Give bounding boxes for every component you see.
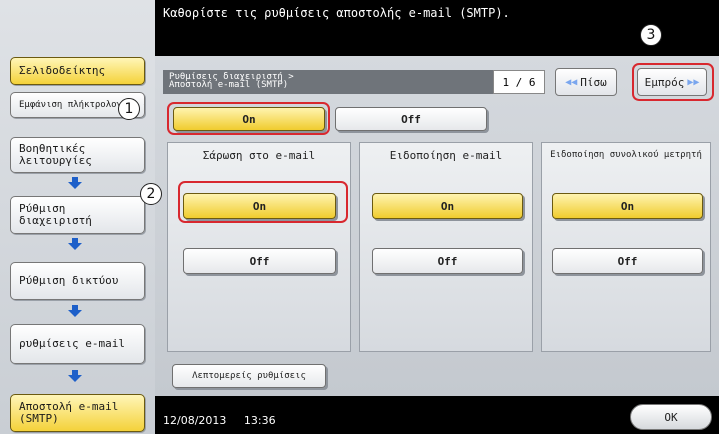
- total-counter-off-button[interactable]: Off: [552, 248, 703, 274]
- back-button[interactable]: ◀◀ Πίσω: [555, 68, 617, 96]
- email-notification-off-button[interactable]: Off: [372, 248, 523, 274]
- back-label: Πίσω: [580, 75, 607, 89]
- total-counter-on-button[interactable]: On: [552, 193, 703, 219]
- sidebar-item-network-settings[interactable]: Ρύθμιση δικτύου: [10, 262, 145, 300]
- double-left-arrow-icon: ◀◀: [565, 76, 578, 88]
- down-arrow-icon: [68, 177, 82, 189]
- callout-badge-2: 2: [140, 183, 162, 205]
- scan-to-email-off-button[interactable]: Off: [183, 248, 336, 274]
- time-text: 13:36: [243, 414, 276, 427]
- email-notification-panel: Ειδοποίηση e-mail On Off: [359, 142, 533, 352]
- page-indicator: 1 / 6: [493, 70, 545, 94]
- instruction-text: Καθορίστε τις ρυθμίσεις αποστολής e-mail…: [163, 6, 510, 20]
- down-arrow-icon: [68, 305, 82, 317]
- down-arrow-icon: [68, 238, 82, 250]
- header-bar: Καθορίστε τις ρυθμίσεις αποστολής e-mail…: [155, 0, 719, 56]
- bookmarks-button[interactable]: Σελιδοδείκτης: [10, 57, 145, 85]
- callout-badge-1: 1: [118, 98, 140, 120]
- total-counter-panel: Ειδοποίηση συνολικού μετρητή On Off: [541, 142, 711, 352]
- detail-settings-button[interactable]: Λεπτομερείς ρυθμίσεις: [172, 364, 326, 388]
- breadcrumb-line-2: Αποστολή e-mail (SMTP): [169, 80, 289, 90]
- callout-highlight-1: [167, 102, 330, 135]
- scan-to-email-title: Σάρωση στο e-mail: [202, 148, 316, 162]
- sidebar-item-email-tx-smtp[interactable]: Αποστολή e-mail (SMTP): [10, 394, 145, 432]
- sidebar-item-utility[interactable]: Βοηθητικές λειτουργίες: [10, 137, 145, 173]
- sidebar: Σελιδοδείκτης Εμφάνιση πλήκτρολογίου αφ …: [0, 0, 155, 434]
- email-notification-on-button[interactable]: On: [372, 193, 523, 219]
- smtp-off-button[interactable]: Off: [335, 107, 487, 131]
- breadcrumb: Ρυθμίσεις διαχειριστή > Αποστολή e-mail …: [163, 70, 493, 94]
- callout-highlight-2: [178, 181, 348, 223]
- ok-button[interactable]: OK: [630, 404, 712, 430]
- sidebar-item-admin-settings[interactable]: Ρύθμιση διαχειριστή: [10, 196, 145, 234]
- total-counter-title: Ειδοποίηση συνολικού μετρητή: [550, 149, 702, 160]
- callout-highlight-3: [632, 63, 714, 101]
- callout-badge-3: 3: [640, 24, 662, 46]
- date-text: 12/08/2013: [163, 414, 227, 427]
- scan-to-email-panel: Σάρωση στο e-mail On Off: [167, 142, 351, 352]
- email-notification-title: Ειδοποίηση e-mail: [389, 148, 503, 162]
- footer-bar: 12/08/2013 13:36 OK: [155, 396, 719, 434]
- down-arrow-icon: [68, 370, 82, 382]
- sidebar-item-email-settings[interactable]: ρυθμίσεις e-mail: [10, 324, 145, 364]
- datetime: 12/08/2013 13:36: [163, 414, 276, 427]
